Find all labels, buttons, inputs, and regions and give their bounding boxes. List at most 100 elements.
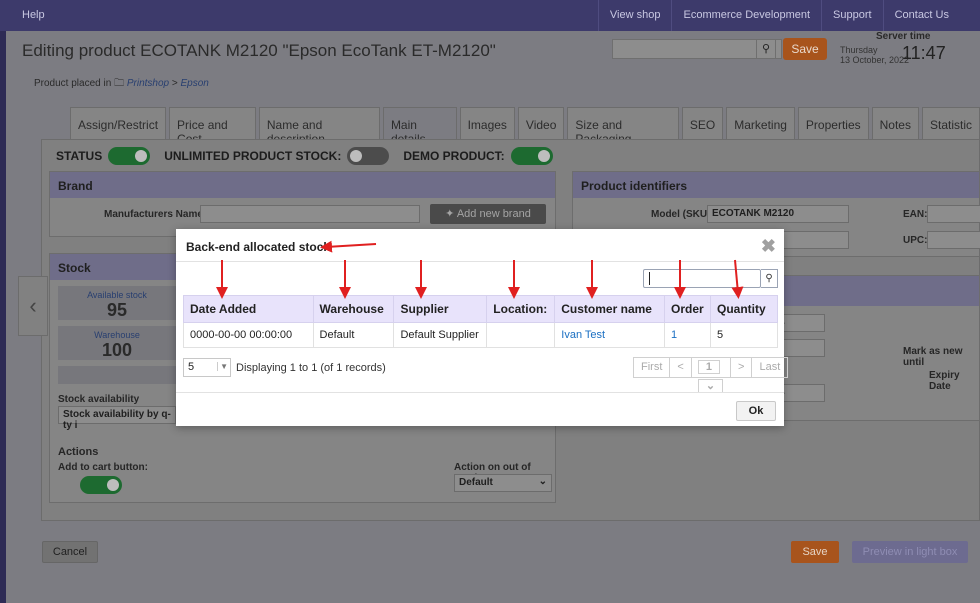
close-icon[interactable]: ✖ bbox=[761, 236, 776, 257]
stock-availability-label: Stock availability bbox=[58, 394, 140, 405]
cancel-button[interactable]: Cancel bbox=[42, 541, 98, 563]
product-identifiers-title: Product identifiers bbox=[573, 172, 979, 198]
contact-us-link[interactable]: Contact Us bbox=[882, 0, 960, 31]
column-quantity[interactable]: Quantity bbox=[709, 295, 779, 323]
actions-heading: Actions bbox=[58, 446, 99, 458]
available-stock-value: 95 bbox=[106, 300, 128, 320]
tab-video[interactable]: Video bbox=[517, 107, 565, 139]
ecommerce-development-link[interactable]: Ecommerce Development bbox=[671, 0, 821, 31]
allocated-stock-table: Date Added Warehouse Supplier Location: … bbox=[183, 295, 779, 348]
add-to-cart-label: Add to cart button: bbox=[58, 462, 148, 473]
breadcrumb-subcategory[interactable]: Epson bbox=[181, 78, 209, 89]
modal-title: Back-end allocated stock bbox=[186, 240, 331, 254]
ean-input[interactable] bbox=[927, 205, 980, 223]
out-of-stock-select[interactable]: Default ⌄ bbox=[454, 474, 552, 492]
tag-icon: ✦ bbox=[445, 208, 455, 220]
column-warehouse[interactable]: Warehouse bbox=[312, 295, 395, 323]
pager-prev-button[interactable]: < bbox=[669, 357, 692, 378]
server-day: Thursday bbox=[840, 45, 878, 55]
unlimited-stock-toggle[interactable] bbox=[347, 147, 390, 165]
search-icon[interactable]: ⚲ bbox=[756, 39, 776, 59]
manufacturers-name-input[interactable] bbox=[200, 205, 420, 223]
tab-properties[interactable]: Properties bbox=[797, 107, 869, 139]
tab-main-details[interactable]: Main details bbox=[382, 107, 457, 146]
previous-arrow-icon[interactable]: ‹ bbox=[18, 276, 48, 336]
out-of-stock-value: Default bbox=[459, 477, 493, 488]
demo-product-label: DEMO PRODUCT: bbox=[403, 149, 505, 163]
folder-icon: 🗀 bbox=[114, 78, 125, 89]
cell-customer-name-link[interactable]: Ivan Test bbox=[554, 322, 665, 348]
warehouse-stat: Warehouse 100 bbox=[58, 326, 176, 360]
available-stock-label: Available stock bbox=[87, 290, 147, 300]
server-time: 11:47 bbox=[902, 43, 946, 63]
support-link[interactable]: Support bbox=[821, 0, 883, 31]
column-location[interactable]: Location: bbox=[486, 295, 556, 323]
upc-label: UPC: bbox=[903, 235, 928, 246]
tab-statistic[interactable]: Statistic bbox=[921, 107, 980, 139]
model-sku-input[interactable]: ECOTANK M2120 bbox=[707, 205, 849, 223]
add-to-cart-toggle[interactable] bbox=[80, 476, 122, 494]
manufacturers-name-label: Manufacturers Name bbox=[104, 209, 203, 220]
add-new-brand-label: Add new brand bbox=[456, 208, 531, 220]
top-nav-bar: Help View shop Ecommerce Development Sup… bbox=[0, 0, 980, 31]
table-header-row: Date Added Warehouse Supplier Location: … bbox=[183, 295, 779, 323]
tab-images[interactable]: Images bbox=[459, 107, 515, 139]
header-save-button[interactable]: Save bbox=[783, 38, 827, 60]
pager-last-button[interactable]: Last bbox=[751, 357, 789, 378]
brand-box: Brand Manufacturers Name ✦ Add new brand bbox=[49, 171, 556, 237]
status-toggle[interactable] bbox=[108, 147, 151, 165]
available-stock-stat: Available stock 95 bbox=[58, 286, 176, 320]
tab-seo[interactable]: SEO bbox=[681, 107, 724, 139]
view-shop-link[interactable]: View shop bbox=[597, 0, 672, 31]
page-size-select[interactable]: 5 ▼ bbox=[183, 358, 231, 377]
preview-in-light-box-button[interactable]: Preview in light box bbox=[852, 541, 968, 563]
pager-first-button[interactable]: First bbox=[633, 357, 671, 378]
cell-supplier: Default Supplier bbox=[393, 322, 488, 348]
model-sku-label: Model (SKU): bbox=[651, 209, 714, 220]
search-icon[interactable]: ⚲ bbox=[761, 269, 778, 288]
upc-input[interactable] bbox=[927, 231, 980, 249]
save-button[interactable]: Save bbox=[791, 541, 839, 563]
text-caret bbox=[649, 272, 650, 285]
pager-current-value: 1 bbox=[697, 360, 720, 374]
top-menu: View shop Ecommerce Development Support … bbox=[597, 0, 960, 31]
page-size-value: 5 bbox=[188, 361, 195, 373]
server-date-value: 13 October, 2022 bbox=[840, 55, 910, 65]
tab-price-and-cost[interactable]: Price and Cost bbox=[169, 107, 256, 146]
pager-next-button[interactable]: > bbox=[730, 357, 753, 378]
placed-label: Product placed in bbox=[34, 78, 112, 89]
tab-marketing[interactable]: Marketing bbox=[726, 107, 795, 139]
warehouse-label: Warehouse bbox=[94, 330, 140, 340]
stock-stat-bar bbox=[58, 366, 176, 384]
modal-search-input[interactable] bbox=[643, 269, 761, 288]
ok-button[interactable]: Ok bbox=[736, 401, 776, 421]
server-time-label: Server time bbox=[876, 31, 931, 42]
pager-current-page-select[interactable]: 1 ⌄ bbox=[690, 357, 732, 393]
stock-availability-select[interactable]: Stock availability by q-ty i bbox=[58, 406, 176, 431]
column-order[interactable]: Order bbox=[664, 295, 711, 323]
tab-assign-restrict[interactable]: Assign/Restrict bbox=[70, 107, 167, 139]
cell-order-link[interactable]: 1 bbox=[664, 322, 711, 348]
breadcrumb: Product placed in 🗀 Printshop > Epson bbox=[34, 76, 209, 93]
breadcrumb-separator: > bbox=[171, 78, 178, 89]
chevron-down-icon: ⌄ bbox=[697, 379, 724, 393]
allocated-stock-modal: Back-end allocated stock ✖ ⚲ Date Added … bbox=[176, 229, 789, 426]
demo-product-toggle[interactable] bbox=[510, 147, 553, 165]
status-row: STATUS UNLIMITED PRODUCT STOCK: DEMO PRO… bbox=[56, 147, 553, 165]
cell-quantity: 5 bbox=[709, 322, 779, 348]
add-new-brand-button[interactable]: ✦ Add new brand bbox=[430, 204, 546, 224]
column-date-added[interactable]: Date Added bbox=[183, 295, 314, 323]
tab-notes[interactable]: Notes bbox=[871, 107, 919, 139]
column-customer-name[interactable]: Customer name bbox=[554, 295, 665, 323]
ean-label: EAN: bbox=[903, 209, 928, 220]
column-supplier[interactable]: Supplier bbox=[393, 295, 488, 323]
breadcrumb-category[interactable]: Printshop bbox=[127, 78, 169, 89]
table-row: 0000-00-00 00:00:00 Default Default Supp… bbox=[183, 322, 779, 348]
status-label: STATUS bbox=[56, 149, 103, 163]
help-link[interactable]: Help bbox=[22, 9, 45, 21]
cell-location bbox=[486, 322, 556, 348]
brand-title: Brand bbox=[50, 172, 555, 198]
mark-as-new-until-label: Mark as new until bbox=[903, 346, 963, 368]
tab-size-and-packaging[interactable]: Size and Packaging bbox=[567, 107, 679, 146]
tab-name-and-description[interactable]: Name and description bbox=[258, 107, 380, 146]
